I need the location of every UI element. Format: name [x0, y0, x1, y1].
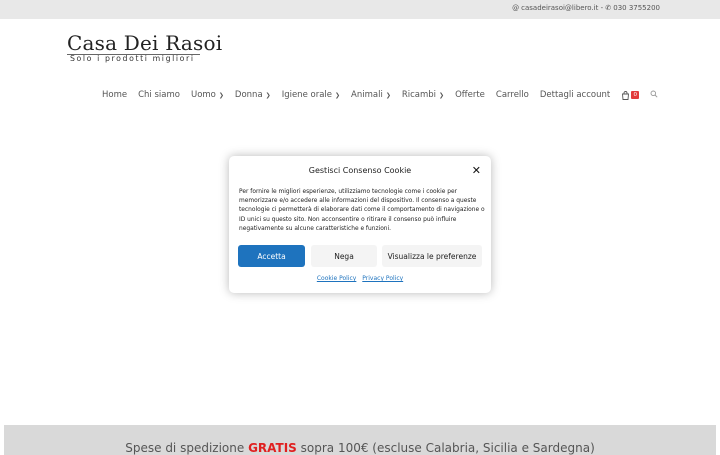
deny-button[interactable]: Nega	[311, 245, 377, 267]
cart-count-badge: 0	[631, 91, 640, 99]
nav-item-animali[interactable]: Animali ❯	[351, 90, 391, 100]
nav-item-label: Igiene orale	[281, 90, 332, 100]
banner-text-before: Spese di spedizione	[125, 441, 249, 455]
cookie-dialog-body: Per fornire le migliori esperienze, util…	[239, 189, 485, 232]
at-icon: @	[512, 4, 520, 12]
nav-item-uomo[interactable]: Uomo ❯	[191, 90, 224, 100]
chevron-down-icon: ❯	[335, 91, 341, 99]
shipping-banner: Spese di spedizione GRATIS sopra 100€ (e…	[4, 425, 716, 455]
cookie-dialog-title: Gestisci Consenso Cookie	[308, 166, 412, 175]
topbar-email[interactable]: casadeirasoi@libero.it	[521, 4, 598, 12]
search-icon[interactable]	[650, 90, 658, 101]
nav-item-label: Offerte	[455, 90, 485, 100]
nav-item-offerte[interactable]: Offerte	[455, 90, 485, 100]
logo-tagline: Solo i prodotti migliori	[70, 54, 195, 63]
cookie-dialog-buttons: Accetta Nega Visualizza le preferenze	[238, 245, 482, 267]
cookie-consent-dialog: Gestisci Consenso Cookie ✕ Per fornire l…	[229, 156, 491, 293]
nav-item-carrello[interactable]: Carrello	[496, 90, 529, 100]
nav-item-label: Dettagli account	[539, 90, 611, 100]
shopping-bag-icon	[621, 90, 630, 100]
accept-button[interactable]: Accetta	[238, 245, 305, 267]
nav-item-igiene-orale[interactable]: Igiene orale ❯	[282, 90, 340, 100]
shipping-banner-text: Spese di spedizione GRATIS sopra 100€ (e…	[4, 441, 716, 455]
site-logo[interactable]: Casa Dei Rasoi Solo i prodotti migliori	[67, 31, 223, 63]
nav-item-label: Uomo	[190, 90, 216, 100]
cart-button[interactable]: 0	[621, 90, 640, 100]
chevron-down-icon: ❯	[265, 91, 271, 99]
nav-item-label: Animali	[351, 90, 383, 100]
nav-item-home[interactable]: Home	[102, 90, 127, 100]
chevron-down-icon: ❯	[385, 91, 391, 99]
banner-text-after: sopra 100€ (escluse Calabria, Sicilia e …	[296, 441, 595, 455]
nav-item-label: Chi siamo	[138, 90, 180, 100]
nav-item-ricambi[interactable]: Ricambi ❯	[402, 90, 444, 100]
cookie-policy-link[interactable]: Cookie Policy	[317, 275, 357, 282]
nav-item-label: Home	[102, 90, 128, 100]
chevron-down-icon: ❯	[439, 91, 445, 99]
phone-icon: ✆	[605, 4, 612, 12]
logo-title: Casa Dei Rasoi	[67, 31, 223, 55]
view-preferences-button[interactable]: Visualizza le preferenze	[382, 245, 482, 267]
nav-item-label: Donna	[234, 90, 263, 100]
policy-links: Cookie Policy Privacy Policy	[229, 275, 491, 282]
nav-item-chi-siamo[interactable]: Chi siamo	[138, 90, 180, 100]
close-icon[interactable]: ✕	[472, 165, 481, 176]
topbar-contact: @ casadeirasoi@libero.it - ✆ 030 3755200	[512, 4, 660, 12]
nav-item-donna[interactable]: Donna ❯	[235, 90, 271, 100]
top-bar: @ casadeirasoi@libero.it - ✆ 030 3755200	[0, 0, 720, 19]
privacy-policy-link[interactable]: Privacy Policy	[362, 275, 403, 282]
nav-item-label: Ricambi	[401, 90, 437, 100]
nav-item-dettagli-account[interactable]: Dettagli account	[540, 90, 610, 100]
banner-highlight: GRATIS	[248, 441, 297, 455]
nav-item-label: Carrello	[495, 90, 529, 100]
main-nav: Home Chi siamo Uomo ❯ Donna ❯ Igiene orale…	[102, 89, 658, 101]
chevron-down-icon: ❯	[218, 91, 224, 99]
topbar-phone[interactable]: 030 3755200	[613, 4, 660, 12]
